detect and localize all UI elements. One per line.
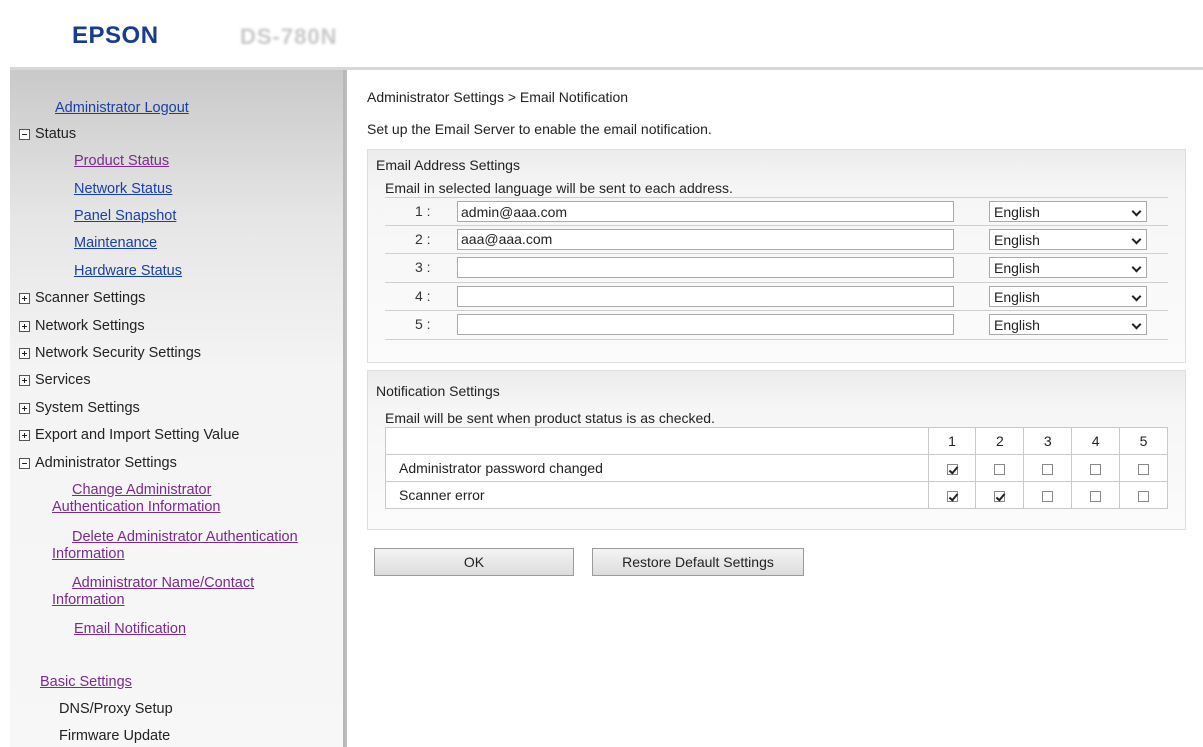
checkbox-r2-c3[interactable] <box>1042 490 1054 502</box>
email-address-row: 3 : English <box>385 254 1168 283</box>
email-address-input-3[interactable] <box>457 257 954 278</box>
sidebar-item-delete-admin-auth[interactable]: Delete Administrator Authentication Infor… <box>52 529 298 563</box>
row-number: 1 : <box>415 203 431 219</box>
language-select-2[interactable]: English <box>989 228 1147 250</box>
checkbox-r2-c2[interactable] <box>994 490 1006 502</box>
sidebar-item-dns-proxy-setup[interactable]: DNS/Proxy Setup <box>59 701 173 717</box>
chevron-down-icon <box>1131 291 1142 301</box>
email-address-row: 1 : English <box>385 197 1168 226</box>
sidebar-item-basic-settings[interactable]: Basic Settings <box>40 674 132 690</box>
checkbox-r1-c5[interactable] <box>1138 463 1150 475</box>
sidebar-node-label: Status <box>35 126 77 142</box>
sidebar-item-firmware-update[interactable]: Firmware Update <box>59 728 170 744</box>
column-header: 1 <box>927 427 977 455</box>
row-label: Scanner error <box>385 481 929 509</box>
row-number: 2 : <box>415 230 431 247</box>
sidebar-node-export-import[interactable]: Export and Import Setting Value <box>19 427 239 443</box>
administrator-logout-link[interactable]: Administrator Logout <box>55 100 189 116</box>
header: EPSON DS-780N <box>10 0 1203 70</box>
collapse-icon[interactable] <box>19 128 30 140</box>
row-number: 5 : <box>415 316 431 332</box>
email-address-table: 1 : English 2 : English 3 : English 4 : … <box>385 197 1168 340</box>
language-select-1[interactable]: English <box>989 201 1147 222</box>
model-name: DS-780N <box>240 24 338 49</box>
row-number: 3 : <box>415 259 431 275</box>
column-header: 4 <box>1071 427 1121 455</box>
sidebar-node-services[interactable]: Services <box>19 372 91 388</box>
sidebar-item-maintenance[interactable]: Maintenance <box>74 235 157 251</box>
email-address-input-4[interactable] <box>457 285 954 307</box>
email-address-row: 2 : English <box>385 226 1168 254</box>
panel-description: Email will be sent when product status i… <box>385 410 715 426</box>
sidebar-item-email-notification[interactable]: Email Notification <box>74 621 186 637</box>
panel-title: Email Address Settings <box>376 157 520 173</box>
notification-settings-panel: Notification Settings Email will be sent… <box>367 370 1186 530</box>
table-row: Scanner error <box>385 481 1168 509</box>
chevron-down-icon <box>1131 319 1142 330</box>
checkbox-r1-c2[interactable] <box>994 463 1006 475</box>
checkbox-r1-c1[interactable] <box>946 463 958 475</box>
checkbox-r2-c1[interactable] <box>946 490 958 502</box>
checkbox-r1-c4[interactable] <box>1090 463 1102 475</box>
language-select-4[interactable]: English <box>989 285 1147 307</box>
email-address-input-1[interactable] <box>457 201 954 222</box>
main-content: Administrator Settings > Email Notificat… <box>347 70 1203 747</box>
sidebar-item-network-status[interactable]: Network Status <box>74 181 172 197</box>
chevron-down-icon <box>1131 234 1142 244</box>
panel-description: Email in selected language will be sent … <box>385 180 733 196</box>
collapse-icon[interactable] <box>19 457 30 469</box>
sidebar-node-network-settings[interactable]: Network Settings <box>19 318 145 334</box>
table-row: Administrator password changed <box>385 454 1168 482</box>
sidebar-item-panel-snapshot[interactable]: Panel Snapshot <box>74 208 176 224</box>
sidebar-node-scanner-settings[interactable]: Scanner Settings <box>19 290 145 306</box>
checkbox-r1-c3[interactable] <box>1042 463 1054 475</box>
sidebar-item-product-status[interactable]: Product Status <box>74 153 169 169</box>
chevron-down-icon <box>1131 206 1142 217</box>
row-number: 4 : <box>415 287 431 304</box>
sidebar-node-status[interactable]: Status <box>19 126 76 142</box>
notification-table: 1 2 3 4 5 Administrator password changed… <box>385 427 1168 509</box>
breadcrumb: Administrator Settings > Email Notificat… <box>367 89 629 105</box>
email-address-row: 4 : English <box>385 283 1168 311</box>
sidebar-item-change-admin-auth[interactable]: Change Administrator Authentication Infor… <box>52 482 220 516</box>
sidebar: Administrator Logout Status Product Stat… <box>10 70 345 747</box>
expand-icon[interactable] <box>19 347 30 359</box>
table-header-row: 1 2 3 4 5 <box>385 427 1168 455</box>
expand-icon[interactable] <box>19 374 30 386</box>
checkbox-r2-c5[interactable] <box>1138 490 1150 502</box>
sidebar-item-hardware-status[interactable]: Hardware Status <box>74 263 182 279</box>
email-address-settings-panel: Email Address Settings Email in selected… <box>367 149 1186 363</box>
email-address-input-2[interactable] <box>457 228 954 250</box>
language-select-3[interactable]: English <box>989 257 1147 278</box>
intro-text: Set up the Email Server to enable the em… <box>367 121 712 137</box>
column-header: 2 <box>975 427 1025 455</box>
expand-icon[interactable] <box>19 429 30 441</box>
email-address-input-5[interactable] <box>457 314 954 335</box>
sidebar-node-network-security-settings[interactable]: Network Security Settings <box>19 345 201 361</box>
sidebar-item-administrator-logout[interactable]: Administrator Logout <box>55 100 189 116</box>
checkbox-r2-c4[interactable] <box>1090 490 1102 502</box>
panel-title: Notification Settings <box>376 383 500 399</box>
sidebar-node-system-settings[interactable]: System Settings <box>19 400 140 416</box>
ok-button[interactable]: OK <box>374 548 574 576</box>
email-address-row: 5 : English <box>385 311 1168 340</box>
column-header: 5 <box>1119 427 1168 455</box>
sidebar-node-administrator-settings[interactable]: Administrator Settings <box>19 455 177 471</box>
expand-icon[interactable] <box>19 292 30 304</box>
restore-default-settings-button[interactable]: Restore Default Settings <box>592 548 804 576</box>
sidebar-item-admin-name-contact[interactable]: Administrator Name/Contact Information <box>52 575 254 609</box>
expand-icon[interactable] <box>19 320 30 332</box>
expand-icon[interactable] <box>19 402 30 414</box>
epson-logo: EPSON <box>72 22 159 49</box>
language-select-5[interactable]: English <box>989 314 1147 335</box>
row-label: Administrator password changed <box>385 454 929 482</box>
column-header: 3 <box>1023 427 1073 455</box>
chevron-down-icon <box>1131 262 1142 273</box>
